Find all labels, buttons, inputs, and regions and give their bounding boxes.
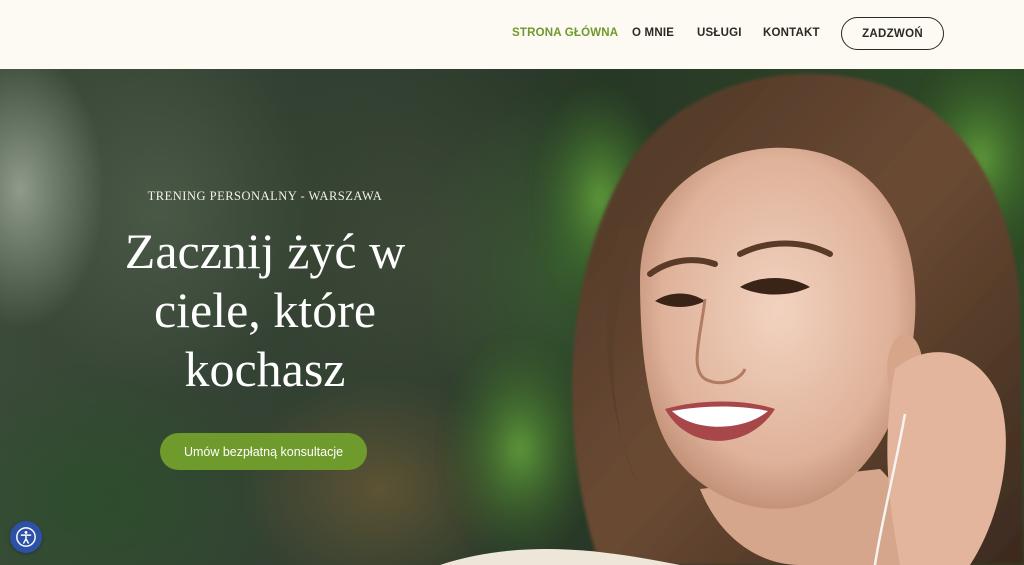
- site-header: STRONA GŁÓWNA O MNIE USŁUGI KONTAKT ZADZ…: [0, 0, 1024, 69]
- nav-item-about[interactable]: O MNIE: [632, 27, 674, 39]
- accessibility-icon: [16, 527, 36, 547]
- headline-line: ciele, które: [153, 282, 377, 338]
- accessibility-button[interactable]: [10, 521, 42, 553]
- headline-line: kochasz: [184, 341, 346, 397]
- call-button[interactable]: ZADZWOŃ: [841, 17, 944, 50]
- book-consultation-button[interactable]: Umów bezpłatną konsultacje: [160, 433, 367, 470]
- hero-section: TRENING PERSONALNY - WARSZAWA Zacznij ży…: [0, 69, 1024, 565]
- nav-item-contact[interactable]: KONTAKT: [763, 27, 820, 39]
- headline-line: Zacznij żyć w: [124, 223, 406, 279]
- hero-headline: Zacznij żyć w ciele, które kochasz: [90, 222, 440, 399]
- hero-text-block: TRENING PERSONALNY - WARSZAWA Zacznij ży…: [90, 189, 440, 399]
- nav-item-services[interactable]: USŁUGI: [697, 27, 742, 39]
- nav-item-home[interactable]: STRONA GŁÓWNA: [512, 27, 618, 39]
- hero-eyebrow: TRENING PERSONALNY - WARSZAWA: [147, 189, 383, 203]
